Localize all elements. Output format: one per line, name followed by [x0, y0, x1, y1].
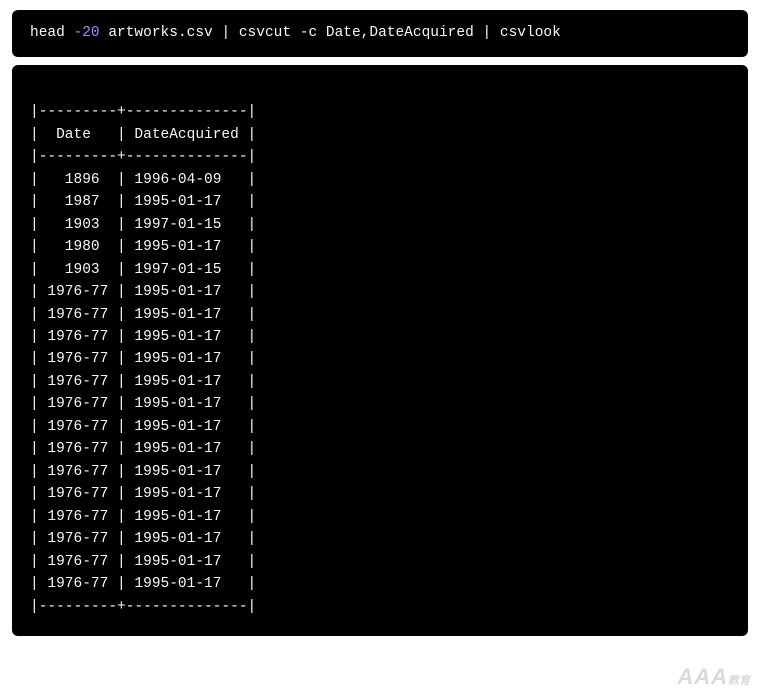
watermark-sub: 教育: [728, 675, 750, 687]
table-row: | 1976-77 | 1995-01-17 |: [30, 396, 256, 412]
table-header: | Date | DateAcquired |: [30, 127, 256, 143]
table-separator-mid: |---------+--------------|: [30, 149, 256, 165]
table-row: | 1976-77 | 1995-01-17 |: [30, 486, 256, 502]
table-row: | 1976-77 | 1995-01-17 |: [30, 464, 256, 480]
table-row: | 1976-77 | 1995-01-17 |: [30, 531, 256, 547]
command-bar: head -20 artworks.csv | csvcut -c Date,D…: [12, 10, 748, 57]
table-row: | 1976-77 | 1995-01-17 |: [30, 509, 256, 525]
table-row: | 1976-77 | 1995-01-17 |: [30, 554, 256, 570]
output-box: |---------+--------------| | Date | Date…: [12, 65, 748, 636]
table-row: | 1976-77 | 1995-01-17 |: [30, 419, 256, 435]
watermark: AAA教育: [677, 664, 750, 690]
table-row: | 1987 | 1995-01-17 |: [30, 194, 256, 210]
table-separator-bot: |---------+--------------|: [30, 599, 256, 615]
table-row: | 1903 | 1997-01-15 |: [30, 262, 256, 278]
command-head: head: [30, 25, 74, 41]
table-row: | 1976-77 | 1995-01-17 |: [30, 441, 256, 457]
table-row: | 1980 | 1995-01-17 |: [30, 239, 256, 255]
watermark-main: AAA: [677, 664, 728, 689]
table-row: | 1976-77 | 1995-01-17 |: [30, 307, 256, 323]
table-row: | 1976-77 | 1995-01-17 |: [30, 284, 256, 300]
table-row: | 1976-77 | 1995-01-17 |: [30, 374, 256, 390]
command-flag: -20: [74, 25, 100, 41]
table-separator-top: |---------+--------------|: [30, 104, 256, 120]
table-row: | 1976-77 | 1995-01-17 |: [30, 576, 256, 592]
command-rest: artworks.csv | csvcut -c Date,DateAcquir…: [100, 25, 561, 41]
table-row: | 1976-77 | 1995-01-17 |: [30, 329, 256, 345]
table-row: | 1976-77 | 1995-01-17 |: [30, 351, 256, 367]
table-row: | 1896 | 1996-04-09 |: [30, 172, 256, 188]
table-row: | 1903 | 1997-01-15 |: [30, 217, 256, 233]
